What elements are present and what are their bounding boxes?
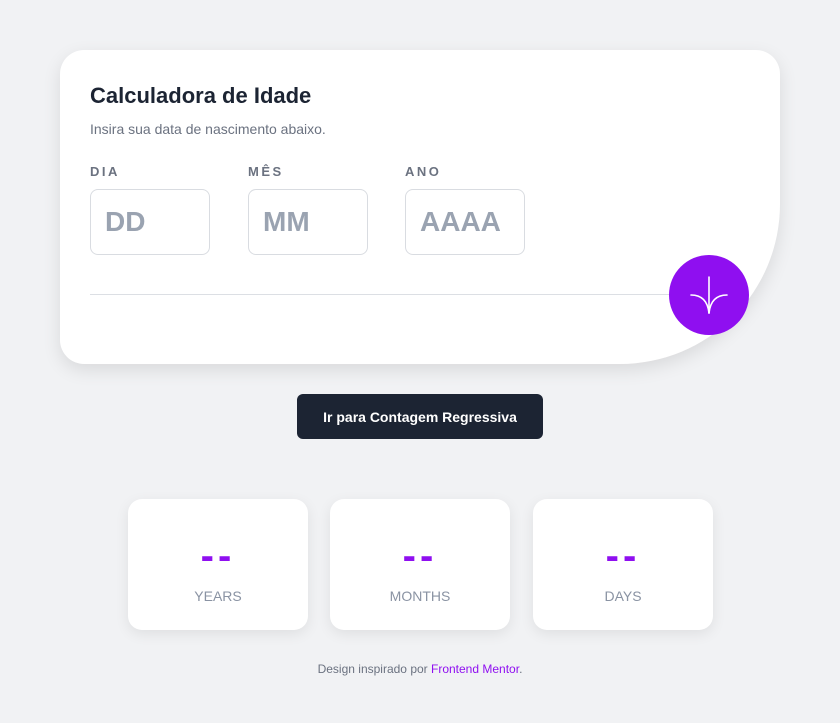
page-subtitle: Insira sua data de nascimento abaixo. <box>90 121 326 137</box>
footer: Design inspirado por Frontend Mentor. <box>0 662 840 676</box>
frontend-mentor-link[interactable]: Frontend Mentor <box>431 662 519 676</box>
page-title: Calculadora de Idade <box>90 83 312 108</box>
month-input[interactable] <box>248 189 368 255</box>
day-input[interactable] <box>90 189 210 255</box>
days-result-card: -- DAYS <box>533 499 713 630</box>
day-field: DIA <box>90 164 210 255</box>
footer-prefix: Design inspirado por <box>317 662 431 676</box>
countdown-button[interactable]: Ir para Contagem Regressiva <box>297 394 543 439</box>
arrow-down-icon <box>690 276 728 314</box>
month-label: MÊS <box>248 164 284 179</box>
months-label: MONTHS <box>389 588 451 604</box>
days-value: -- <box>605 534 641 578</box>
day-label: DIA <box>90 164 120 179</box>
years-result-card: -- YEARS <box>128 499 308 630</box>
age-calculator-card: Calculadora de Idade Insira sua data de … <box>60 50 780 364</box>
year-label: ANO <box>405 164 442 179</box>
years-label: YEARS <box>194 588 242 604</box>
days-label: DAYS <box>604 588 642 604</box>
divider <box>90 294 710 295</box>
month-field: MÊS <box>248 164 368 255</box>
months-value: -- <box>402 534 438 578</box>
year-input[interactable] <box>405 189 525 255</box>
calculate-button[interactable] <box>669 255 749 335</box>
months-result-card: -- MONTHS <box>330 499 510 630</box>
year-field: ANO <box>405 164 525 255</box>
years-value: -- <box>200 534 236 578</box>
footer-suffix: . <box>519 662 523 676</box>
